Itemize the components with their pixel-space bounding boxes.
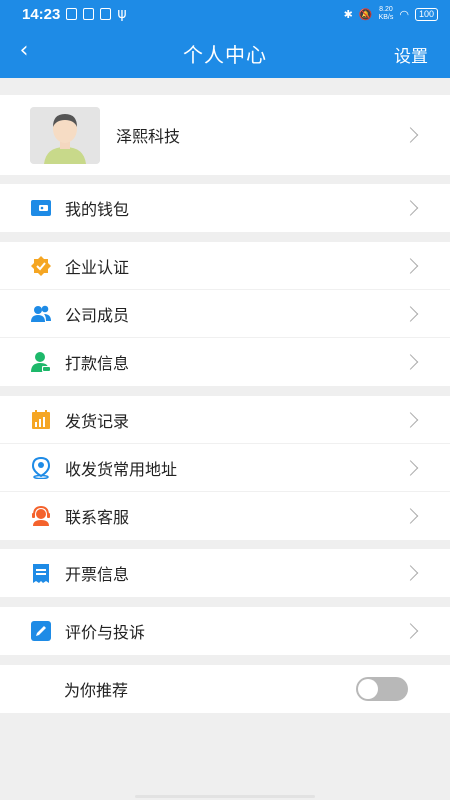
message-icon [83,8,95,20]
reviews-section: 评价与投诉 [0,607,450,655]
calendar-chart-icon [30,409,52,431]
chevron-right-icon [402,565,419,581]
payment-user-icon [30,351,52,373]
headset-icon [30,505,52,527]
usb-icon: ψ [117,6,127,22]
chevron-right-icon [402,623,419,639]
menu-label: 我的钱包 [65,200,130,219]
shipping-section: 发货记录 收发货常用地址 联系客服 [0,396,450,540]
chevron-right-icon [402,127,419,143]
avatar [30,106,100,164]
chevron-right-icon [402,508,419,524]
location-pin-icon [30,456,52,479]
members-icon [30,303,52,325]
recommend-toggle[interactable] [356,677,408,701]
mute-icon: 🔕 [358,7,373,21]
menu-label: 企业认证 [65,257,130,277]
nfc-icon [100,8,112,20]
menu-label: 公司成员 [65,305,130,325]
menu-item-members[interactable]: 公司成员 [0,290,450,338]
wallet-icon [30,197,52,219]
company-section: 企业认证 公司成员 打款信息 [0,242,450,386]
menu-label: 收发货常用地址 [65,459,178,479]
nav-bar: ‹ 个人中心 设置 [0,28,450,78]
profile-card[interactable]: 泽熙科技 [0,95,450,175]
menu-label: 开票信息 [65,565,130,584]
chevron-right-icon [402,305,419,322]
back-button[interactable]: ‹ [12,38,36,63]
document-icon [66,8,78,20]
recommend-label: 为你推荐 [64,681,129,700]
chevron-right-icon [402,354,419,370]
chevron-right-icon [402,459,419,476]
menu-item-shipping-records[interactable]: 发货记录 [0,396,450,444]
menu-label: 评价与投诉 [65,623,146,642]
menu-label: 联系客服 [65,508,130,527]
menu-item-invoice-info[interactable]: 开票信息 [0,549,450,597]
toggle-knob [358,679,378,699]
status-bar: 14:23 ψ ✱ 🔕 8.20 KB/s ◠ 100 [0,0,450,28]
menu-item-certification[interactable]: 企业认证 [0,242,450,290]
verified-badge-icon [30,255,52,277]
menu-label: 打款信息 [65,354,130,373]
recommend-row: 为你推荐 [0,665,450,713]
company-name: 泽熙科技 [116,127,181,146]
menu-item-addresses[interactable]: 收发货常用地址 [0,444,450,492]
menu-item-payment-info[interactable]: 打款信息 [0,338,450,386]
status-time: 14:23 [22,5,61,23]
net-speed: 8.20 KB/s [378,6,394,21]
recommend-section: 为你推荐 [0,665,450,713]
menu-item-reviews[interactable]: 评价与投诉 [0,607,450,655]
invoice-section: 开票信息 [0,549,450,597]
wallet-section: 我的钱包 [0,184,450,232]
chevron-right-icon [402,200,419,216]
menu-item-wallet[interactable]: 我的钱包 [0,184,450,232]
edit-icon [30,620,52,642]
wifi-icon: ◠ [399,7,409,21]
chevron-right-icon [402,257,419,274]
menu-label: 发货记录 [65,411,130,431]
menu-item-customer-service[interactable]: 联系客服 [0,492,450,540]
home-indicator [135,795,315,798]
battery-indicator: 100 [414,7,438,21]
receipt-icon [30,562,52,584]
bluetooth-icon: ✱ [343,7,353,21]
settings-button[interactable]: 设置 [394,42,428,67]
page-title: 个人中心 [183,42,267,67]
chevron-right-icon [402,411,419,428]
